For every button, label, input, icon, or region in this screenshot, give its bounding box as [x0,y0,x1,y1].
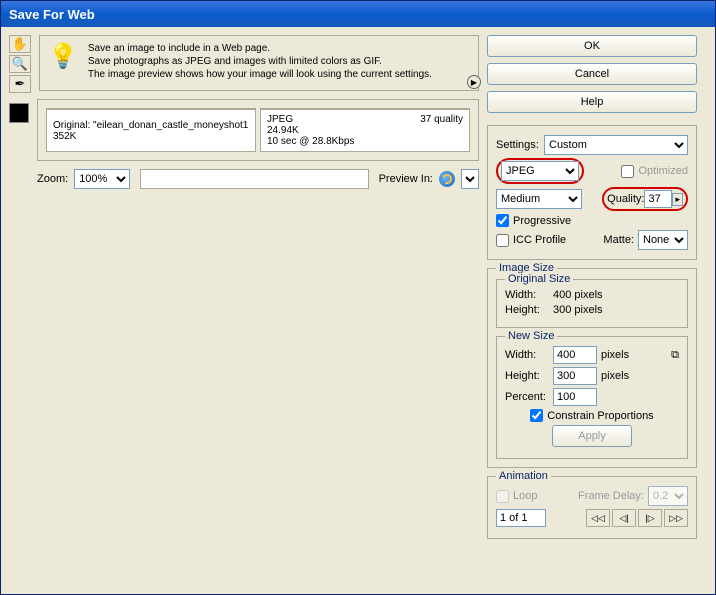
quality-highlight: Quality: ▸ [602,187,688,211]
progressive-label: Progressive [513,215,571,227]
titlebar: Save For Web [1,1,715,27]
hand-tool[interactable]: ✋ [9,35,31,53]
optimized-pane: JPEG37 quality 24.94K 10 sec @ 28.8Kbps [260,108,470,152]
window-title: Save For Web [9,7,95,22]
matte-select[interactable]: None [638,230,688,250]
prev-frame-button[interactable]: ◁| [612,509,636,527]
settings-label: Settings: [496,139,540,151]
optimized-checkbox[interactable] [621,165,634,178]
link-icon[interactable]: ⧉ [671,349,679,362]
zoom-bar: Zoom: 100% Preview In: [37,169,479,189]
original-pane: Original: "eilean_donan_castle_moneyshot… [46,108,256,152]
icc-checkbox[interactable] [496,234,509,247]
progressive-checkbox[interactable] [496,214,509,227]
quality-label: Quality: [607,193,644,205]
animation-fieldset: Animation Loop Frame Delay: 0.2 ◁◁ ◁| |▷ [487,476,697,539]
image-size-fieldset: Image Size Original Size Width:400 pixel… [487,268,697,468]
loop-checkbox[interactable] [496,490,509,503]
frame-delay-label: Frame Delay: [578,490,644,502]
format-highlight: JPEG [496,158,584,184]
orig-width: 400 pixels [553,289,603,301]
frame-counter [496,509,546,527]
quality-input[interactable] [644,190,672,208]
save-for-web-dialog: Save For Web ✋ 🔍 ✒ 💡 Save an image to in… [0,0,716,595]
new-size-legend: New Size [505,330,557,342]
ie-icon [439,171,455,187]
animation-legend: Animation [496,470,551,482]
last-frame-button[interactable]: ▷▷ [664,509,688,527]
original-size-legend: Original Size [505,273,573,285]
orig-height: 300 pixels [553,304,603,316]
hint-line: The image preview shows how your image w… [88,68,432,81]
preview-menu-icon[interactable]: ▶ [467,75,481,89]
hint-line: Save photographs as JPEG and images with… [88,55,432,68]
eyedropper-tool[interactable]: ✒ [9,75,31,93]
ok-button[interactable]: OK [487,35,697,57]
quality-preset-select[interactable]: Medium [496,189,582,209]
constrain-label: Constrain Proportions [547,410,653,422]
new-width-input[interactable] [553,346,597,364]
loop-label: Loop [513,490,537,502]
preview-in-label: Preview In: [379,173,433,185]
settings-preset-select[interactable]: Custom [544,135,688,155]
percent-input[interactable] [553,388,597,406]
matte-label: Matte: [603,234,634,246]
format-select[interactable]: JPEG [501,161,579,181]
quality-slider-icon[interactable]: ▸ [672,193,683,206]
status-field [140,169,368,189]
new-size-fieldset: New Size Width:pixels ⧉ Height:pixels Pe… [496,336,688,459]
cancel-button[interactable]: Cancel [487,63,697,85]
hint-panel: 💡 Save an image to include in a Web page… [39,35,479,91]
optimized-label: Optimized [638,165,688,177]
lightbulb-icon: 💡 [48,42,78,71]
new-height-input[interactable] [553,367,597,385]
original-info: Original: "eilean_donan_castle_moneyshot… [47,109,255,151]
hint-line: Save an image to include in a Web page. [88,42,432,55]
icc-label: ICC Profile [513,234,566,246]
constrain-checkbox[interactable] [530,409,543,422]
apply-button[interactable]: Apply [552,425,632,447]
zoom-tool[interactable]: 🔍 [9,55,31,73]
help-button[interactable]: Help [487,91,697,113]
first-frame-button[interactable]: ◁◁ [586,509,610,527]
preview-area: Original: "eilean_donan_castle_moneyshot… [37,99,479,161]
preview-in-select[interactable] [461,169,479,189]
settings-panel: Settings: Custom JPEG Optimized Medium Q… [487,125,697,260]
next-frame-button[interactable]: |▷ [638,509,662,527]
zoom-label: Zoom: [37,173,68,185]
eyedropper-color-swatch[interactable] [9,103,29,123]
zoom-select[interactable]: 100% [74,169,130,189]
tool-palette: ✋ 🔍 ✒ [9,35,33,93]
optimized-info: JPEG37 quality 24.94K 10 sec @ 28.8Kbps [261,109,469,151]
original-size-fieldset: Original Size Width:400 pixels Height:30… [496,279,688,328]
frame-delay-select[interactable]: 0.2 [648,486,688,506]
